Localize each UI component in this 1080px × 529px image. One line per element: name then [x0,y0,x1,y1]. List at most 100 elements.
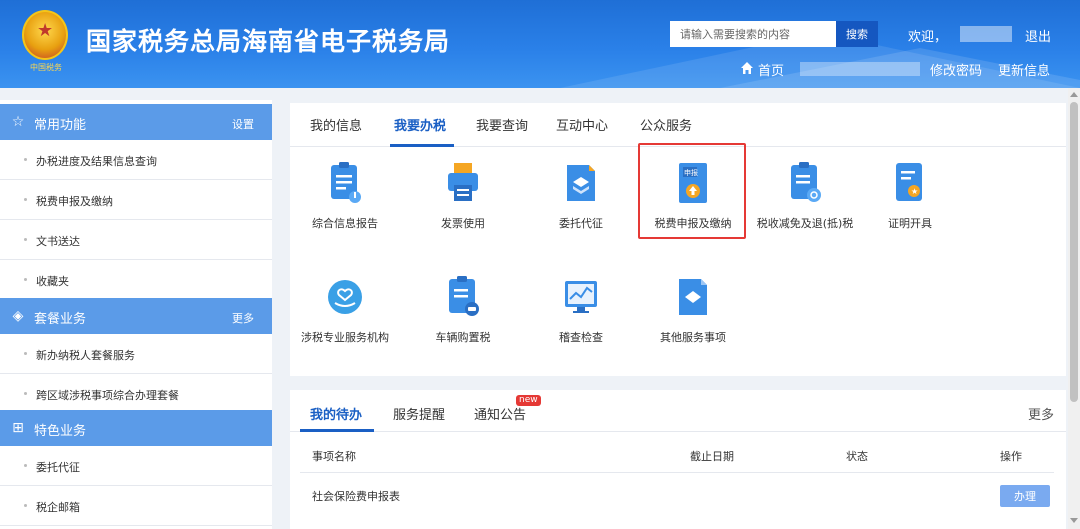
tab-tax-handling[interactable]: 我要办税 [394,115,446,134]
sidebar: ☆ 常用功能 设置 办税进度及结果信息查询 税费申报及缴纳 文书送达 收藏夹 ◈… [0,100,272,529]
todo-panel: 我的待办 服务提醒 通知公告 new 更多 事项名称 截止日期 状态 操作 社会… [290,390,1066,529]
sidebar-item-entrusted-collection[interactable]: 委托代征 [0,446,272,486]
tax-emblem-logo: ★ [22,10,68,60]
tab-my-todo[interactable]: 我的待办 [310,404,362,423]
redacted-info [800,62,920,76]
service-label: 综合信息报告 [312,217,378,230]
service-panel: 我的信息 我要办税 我要查询 互动中心 公众服务 综合信息报告 发票使用 委托代… [290,103,1066,376]
service-label: 涉税专业服务机构 [301,331,389,344]
service-other-matters[interactable]: 其他服务事项 [638,271,748,371]
vehicle-tax-icon [449,276,479,316]
emblem-caption: 中国税务 [30,63,62,72]
sidebar-item-tax-declare[interactable]: 税费申报及缴纳 [0,180,272,220]
sidebar-item-progress-query[interactable]: 办税进度及结果信息查询 [0,140,272,180]
sidebar-item-document-delivery[interactable]: 文书送达 [0,220,272,260]
column-header-status: 状态 [846,450,868,463]
column-header-name: 事项名称 [312,450,356,463]
service-label: 委托代征 [559,217,603,230]
service-certificate-issue[interactable]: ★ 证明开具 [855,157,965,257]
sidebar-section-title: 常用功能 [34,118,87,133]
scroll-up-arrow-icon[interactable] [1070,92,1078,97]
settings-link[interactable]: 设置 [232,116,254,132]
bullet-icon [24,352,27,355]
bullet-icon [24,198,27,201]
sidebar-item-label: 收藏夹 [36,275,69,288]
service-comprehensive-report[interactable]: 综合信息报告 [290,157,400,257]
column-header-deadline: 截止日期 [690,450,734,463]
service-label: 稽查检查 [559,331,603,344]
site-title: 国家税务总局海南省电子税务局 [86,27,451,56]
tab-interaction[interactable]: 互动中心 [556,115,608,134]
tab-query[interactable]: 我要查询 [476,115,528,134]
column-header-action: 操作 [1000,450,1022,463]
sidebar-item-label: 税企邮箱 [36,501,80,514]
search-button[interactable]: 搜索 [836,21,878,47]
report-icon [331,162,361,203]
sidebar-item-label: 税费申报及缴纳 [36,195,113,208]
tab-my-info[interactable]: 我的信息 [310,115,362,134]
sidebar-item-label: 委托代征 [36,461,80,474]
service-entrusted-collection[interactable]: 委托代征 [526,157,636,257]
todo-tabs: 我的待办 服务提醒 通知公告 new 更多 [290,390,1066,432]
sidebar-section-common[interactable]: ☆ 常用功能 设置 [0,104,272,140]
username-redacted [960,26,1012,42]
search-input[interactable] [670,21,836,47]
table-divider [300,472,1054,473]
tab-public-service[interactable]: 公众服务 [640,115,692,134]
site-header: ★ 中国税务 国家税务总局海南省电子税务局 搜索 欢迎， 退出 首页 修改密码 … [0,0,1080,88]
update-info-link[interactable]: 更新信息 [998,60,1050,79]
tab-notice[interactable]: 通知公告 [474,404,526,423]
monitor-chart-icon [565,281,597,313]
more-link[interactable]: 更多 [232,310,254,326]
service-tax-relief-refund[interactable]: 税收减免及退(抵)税 [750,157,860,257]
certificate-icon: ★ [896,163,922,201]
logout-link[interactable]: 退出 [1025,26,1051,45]
grid-icon: ⊞ [12,420,24,436]
sidebar-item-favorites[interactable]: 收藏夹 [0,260,272,300]
package-icon: ◈ [12,308,24,324]
service-label: 证明开具 [888,217,932,230]
bullet-icon [24,464,27,467]
home-link[interactable]: 首页 [758,60,784,79]
layers-icon [567,165,595,201]
service-invoice-use[interactable]: 发票使用 [408,157,518,257]
sidebar-item-cross-region-package[interactable]: 跨区域涉税事项综合办理套餐 [0,374,272,414]
sidebar-item-label: 办税进度及结果信息查询 [36,155,157,168]
service-label: 发票使用 [441,217,485,230]
scrollbar-thumb[interactable] [1070,102,1078,402]
sidebar-item-new-taxpayer-package[interactable]: 新办纳税人套餐服务 [0,334,272,374]
table-cell-item-name[interactable]: 社会保险费申报表 [312,488,400,504]
sidebar-item-label: 文书送达 [36,235,80,248]
bullet-icon [24,238,27,241]
scroll-down-arrow-icon[interactable] [1070,518,1078,523]
service-professional-agency[interactable]: 涉税专业服务机构 [290,271,400,371]
service-label: 其他服务事项 [660,331,726,344]
highlight-box [638,143,746,239]
change-password-link[interactable]: 修改密码 [930,60,982,79]
service-inspection[interactable]: 稽查检查 [526,271,636,371]
tab-service-reminder[interactable]: 服务提醒 [393,404,445,423]
sidebar-item-tax-mailbox[interactable]: 税企邮箱 [0,486,272,526]
sidebar-item-label: 新办纳税人套餐服务 [36,349,135,362]
service-vehicle-purchase-tax[interactable]: 车辆购置税 [408,271,518,371]
bullet-icon [24,278,27,281]
home-icon[interactable] [740,61,754,75]
star-icon: ☆ [11,114,25,130]
bullet-icon [24,392,27,395]
bullet-icon [24,158,27,161]
handshake-heart-icon [328,280,362,314]
handle-button[interactable]: 办理 [1000,485,1050,507]
bullet-icon [24,504,27,507]
more-link[interactable]: 更多 [1028,404,1054,423]
welcome-text: 欢迎， [908,30,948,45]
new-badge: new [516,395,541,406]
main-tabs: 我的信息 我要办税 我要查询 互动中心 公众服务 [290,103,1066,147]
active-tab-indicator [390,144,454,147]
sidebar-section-title: 套餐业务 [34,312,87,327]
service-label: 车辆购置税 [435,331,491,344]
active-tab-indicator [300,429,374,432]
document-arrow-icon [679,279,707,315]
sidebar-section-title: 特色业务 [34,424,87,439]
sidebar-section-package[interactable]: ◈ 套餐业务 更多 [0,298,272,334]
sidebar-section-special[interactable]: ⊞ 特色业务 [0,410,272,446]
